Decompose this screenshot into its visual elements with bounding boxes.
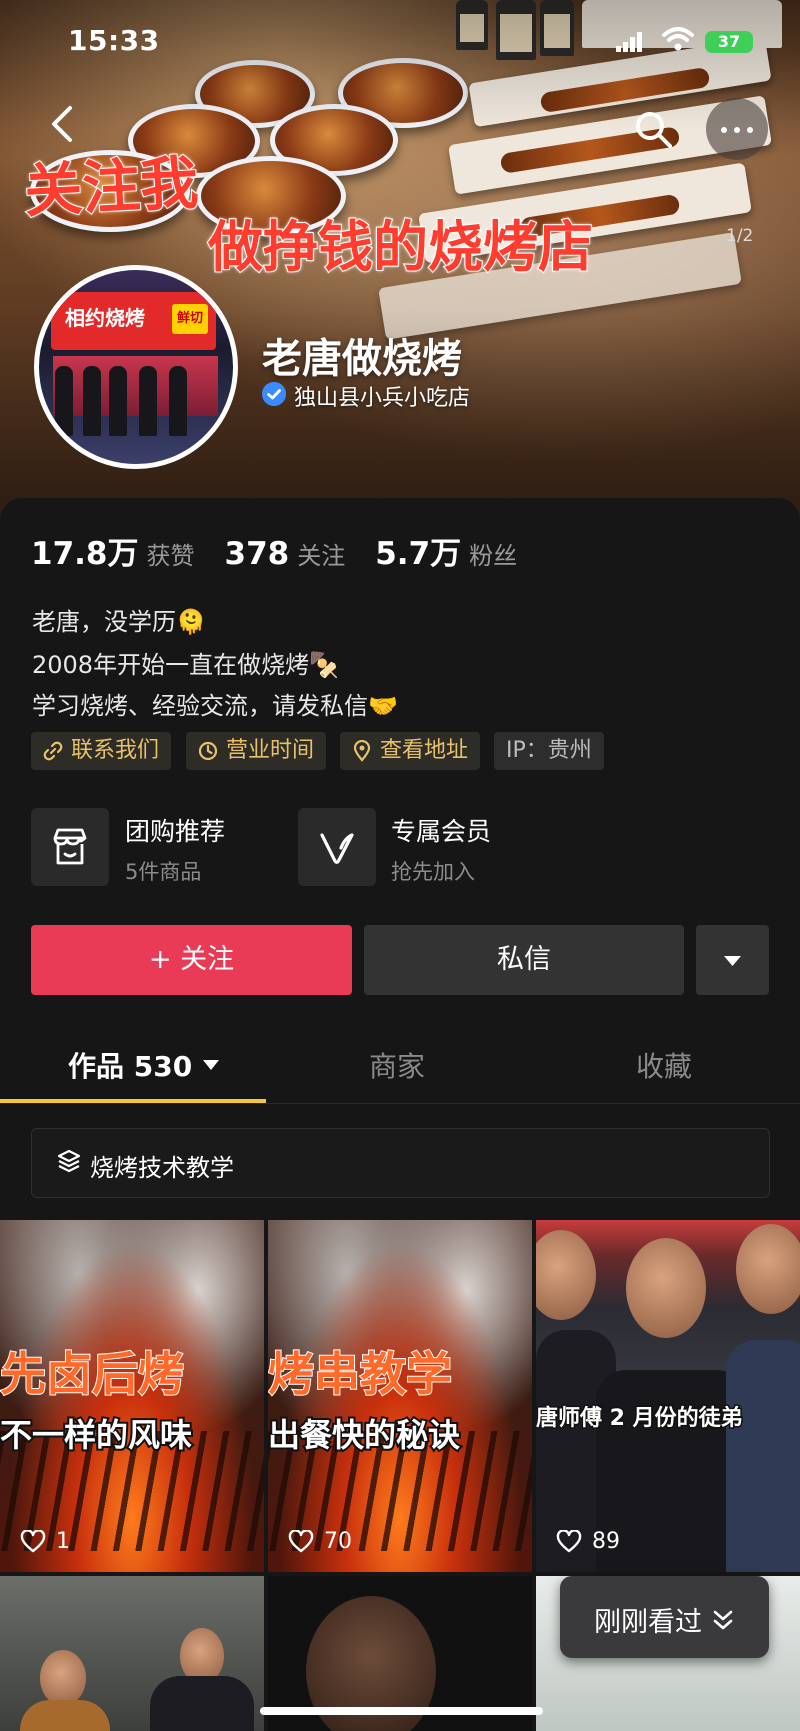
video-likes: 89 xyxy=(556,1529,620,1554)
ip-location-tag: IP：贵州 xyxy=(494,732,604,770)
avatar-sign-text: 相约烧烤 xyxy=(65,306,145,330)
message-button[interactable]: 私信 xyxy=(364,925,684,995)
bio-line: 学习烧烤、经验交流，请发私信🤝 xyxy=(32,692,398,720)
banner-overlay-title: 关注我 xyxy=(22,147,201,226)
shop-icon xyxy=(53,828,87,865)
tab-favorites[interactable]: 收藏 xyxy=(636,1045,692,1085)
person-figure xyxy=(150,1676,254,1731)
profile-nickname: 老唐做烧烤 xyxy=(262,336,462,382)
group-buy-title[interactable]: 团购推荐 xyxy=(125,812,225,848)
avatar-person xyxy=(169,366,187,436)
video-likes: 1 xyxy=(20,1529,70,1554)
video-likes-count: 1 xyxy=(56,1529,70,1554)
followers-count[interactable]: 5.7万 xyxy=(375,528,461,573)
avatar-shopfront xyxy=(53,356,218,416)
video-tile[interactable]: 烤串教学 出餐快的秘诀 70 xyxy=(268,1220,532,1572)
avatar-shop-sign: 相约烧烤 鲜切 xyxy=(51,292,216,350)
bio-line: 2008年开始一直在做烧烤🍢 xyxy=(32,651,339,679)
home-indicator[interactable] xyxy=(260,1707,543,1715)
heart-icon xyxy=(20,1529,46,1552)
battery-icon: 37 xyxy=(705,31,753,53)
location-pin-icon xyxy=(353,740,371,762)
banner-overlay-subtitle: 做挣钱的烧烤店 xyxy=(207,214,594,280)
video-subtitle: 唐师傅 2 月份的徒弟 xyxy=(536,1405,744,1433)
avatar-person xyxy=(139,366,157,436)
clock-icon xyxy=(198,741,218,761)
avatar-person xyxy=(55,366,73,436)
recently-viewed-label: 刚刚看过 xyxy=(594,1607,702,1638)
avatar-person xyxy=(83,366,101,436)
heart-icon xyxy=(288,1529,314,1552)
search-icon[interactable] xyxy=(630,106,678,154)
verified-label[interactable]: 独山县小兵小吃店 xyxy=(294,380,470,412)
person-figure xyxy=(626,1238,706,1338)
banner-page-indicator: 1/2 xyxy=(726,226,754,246)
video-title: 先卤后烤 xyxy=(0,1346,185,1402)
business-hours-label: 营业时间 xyxy=(226,738,315,763)
following-count[interactable]: 378 xyxy=(225,536,290,572)
video-likes-count: 89 xyxy=(592,1529,620,1554)
membership-subtitle: 抢先加入 xyxy=(391,860,475,884)
recently-viewed[interactable]: 刚刚看过 xyxy=(594,1600,734,1639)
collection-label: 烧烤技术教学 xyxy=(90,1154,234,1182)
link-icon xyxy=(43,741,63,761)
video-subtitle: 不一样的风味 xyxy=(0,1414,194,1456)
contact-us-label: 联系我们 xyxy=(71,738,160,763)
view-address-tag[interactable]: 查看地址 xyxy=(340,732,481,770)
more-options-icon[interactable] xyxy=(706,98,768,160)
tab-merchant[interactable]: 商家 xyxy=(369,1045,425,1085)
video-title: 烤串教学 xyxy=(268,1346,453,1402)
video-tile[interactable] xyxy=(0,1576,264,1731)
triangle-down-icon xyxy=(724,956,741,966)
contact-us-tag[interactable]: 联系我们 xyxy=(31,732,172,770)
business-hours-tag[interactable]: 营业时间 xyxy=(186,732,327,770)
likes-count: 17.8万 xyxy=(31,536,139,572)
person-figure xyxy=(20,1700,110,1731)
more-actions-button[interactable] xyxy=(696,925,769,995)
bio-line: 老唐，没学历🫠 xyxy=(32,608,206,636)
video-likes: 70 xyxy=(288,1529,352,1554)
stats-row: 17.8万 获赞 378 关注 5.7万 粉丝 xyxy=(31,528,517,573)
group-buy-icon-box[interactable] xyxy=(31,808,109,886)
person-figure xyxy=(40,1650,86,1706)
membership-title[interactable]: 专属会员 xyxy=(391,812,491,848)
tab-works-label: 作品 530 xyxy=(68,1050,193,1083)
double-chevron-down-icon xyxy=(713,1610,733,1629)
person-figure xyxy=(726,1340,800,1572)
layers-icon xyxy=(57,1149,81,1173)
avatar[interactable]: 相约烧烤 鲜切 xyxy=(34,265,238,469)
avatar-sign-badge: 鲜切 xyxy=(172,304,208,334)
avatar-person xyxy=(109,366,127,436)
likes-label: 获赞 xyxy=(146,542,195,570)
caret-down-icon xyxy=(203,1060,220,1070)
group-buy-subtitle: 5件商品 xyxy=(125,860,202,884)
tab-works[interactable]: 作品 530 xyxy=(68,1045,220,1085)
person-figure xyxy=(736,1224,800,1314)
followers-label[interactable]: 粉丝 xyxy=(469,536,517,571)
video-tile[interactable]: 唐师傅 2 月份的徒弟 89 xyxy=(536,1220,800,1572)
verified-badge-icon xyxy=(262,382,286,406)
video-likes-count: 70 xyxy=(324,1529,352,1554)
ip-location-label: IP：贵州 xyxy=(506,738,592,763)
view-address-label: 查看地址 xyxy=(380,738,469,763)
back-arrow-icon[interactable] xyxy=(44,104,84,144)
membership-icon-box[interactable] xyxy=(298,808,376,886)
heart-icon xyxy=(556,1529,582,1552)
following-label[interactable]: 关注 xyxy=(297,536,345,571)
follow-button[interactable]: + 关注 xyxy=(31,925,352,995)
signal-icon xyxy=(616,32,642,52)
wifi-icon xyxy=(662,27,694,51)
status-time: 15:33 xyxy=(68,24,160,57)
video-tile[interactable]: 先卤后烤 不一样的风味 1 xyxy=(0,1220,264,1572)
tab-divider xyxy=(0,1103,800,1104)
video-subtitle: 出餐快的秘诀 xyxy=(268,1414,462,1456)
vip-icon xyxy=(320,833,354,864)
